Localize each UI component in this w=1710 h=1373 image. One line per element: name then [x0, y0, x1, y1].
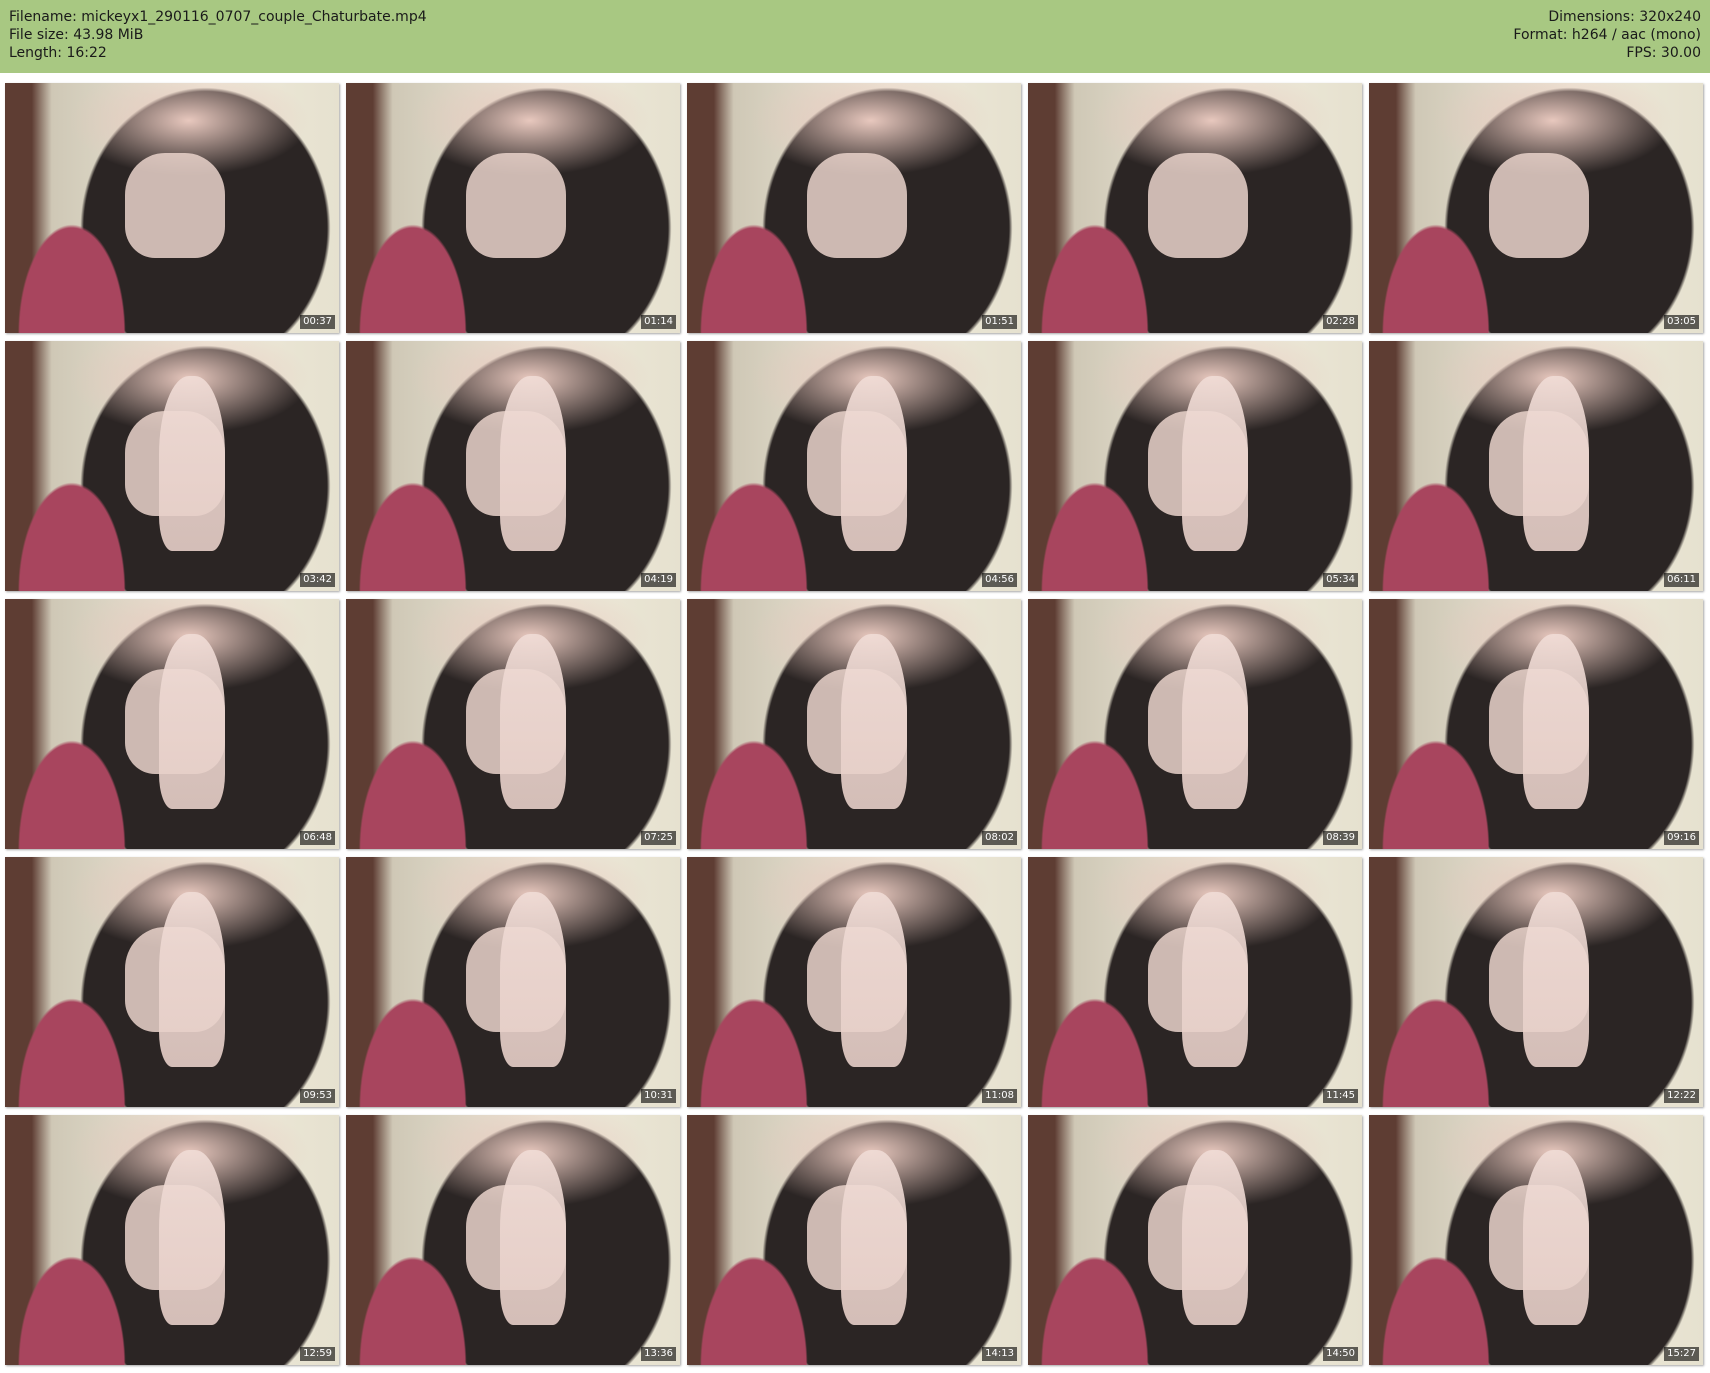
video-thumbnail: 03:42: [5, 341, 339, 591]
timestamp-label: 11:45: [1323, 1089, 1358, 1103]
video-thumbnail: 05:34: [1028, 341, 1362, 591]
filename-text: Filename: mickeyx1_290116_0707_couple_Ch…: [9, 9, 427, 25]
frame-image-detail: [499, 376, 567, 551]
video-thumbnail: 08:39: [1028, 599, 1362, 849]
frame-image-detail: [158, 634, 226, 809]
frame-image-detail: [840, 1150, 908, 1325]
frame-image-detail: [1181, 376, 1249, 551]
timestamp-label: 07:25: [641, 831, 676, 845]
frame-image-detail: [499, 1150, 567, 1325]
dimensions-text: Dimensions: 320x240: [1548, 9, 1701, 25]
video-thumbnail: 04:19: [346, 341, 680, 591]
timestamp-label: 06:11: [1664, 573, 1699, 587]
thumbnail-grid: 00:37 01:14 01:51 02:28 03:05 03:42 04:19 04:56…: [0, 73, 1710, 1373]
frame-image-detail: [1522, 892, 1590, 1067]
frame-image-detail: [499, 892, 567, 1067]
frame-image: [1489, 153, 1590, 258]
timestamp-label: 12:22: [1664, 1089, 1699, 1103]
video-thumbnail: 04:56: [687, 341, 1021, 591]
timestamp-label: 08:02: [982, 831, 1017, 845]
video-thumbnail: 03:05: [1369, 83, 1703, 333]
timestamp-label: 06:48: [300, 831, 335, 845]
timestamp-label: 03:05: [1664, 315, 1699, 329]
timestamp-label: 00:37: [300, 315, 335, 329]
timestamp-label: 01:51: [982, 315, 1017, 329]
frame-image-detail: [840, 376, 908, 551]
frame-image-detail: [499, 634, 567, 809]
info-header: Filename: mickeyx1_290116_0707_couple_Ch…: [0, 0, 1710, 73]
video-thumbnail: 11:45: [1028, 857, 1362, 1107]
video-thumbnail: 06:48: [5, 599, 339, 849]
timestamp-label: 04:56: [982, 573, 1017, 587]
timestamp-label: 04:19: [641, 573, 676, 587]
video-thumbnail: 06:11: [1369, 341, 1703, 591]
timestamp-label: 11:08: [982, 1089, 1017, 1103]
timestamp-label: 02:28: [1323, 315, 1358, 329]
video-thumbnail: 02:28: [1028, 83, 1362, 333]
video-thumbnail: 13:36: [346, 1115, 680, 1365]
frame-image-detail: [840, 892, 908, 1067]
timestamp-label: 09:16: [1664, 831, 1699, 845]
video-thumbnail: 01:14: [346, 83, 680, 333]
video-thumbnail: 15:27: [1369, 1115, 1703, 1365]
frame-image: [807, 153, 908, 258]
timestamp-label: 12:59: [300, 1347, 335, 1361]
timestamp-label: 13:36: [641, 1347, 676, 1361]
timestamp-label: 09:53: [300, 1089, 335, 1103]
timestamp-label: 14:13: [982, 1347, 1017, 1361]
fps-text: FPS: 30.00: [1626, 45, 1701, 61]
timestamp-label: 03:42: [300, 573, 335, 587]
video-thumbnail: 14:13: [687, 1115, 1021, 1365]
frame-image-detail: [840, 634, 908, 809]
video-thumbnail: 09:16: [1369, 599, 1703, 849]
frame-image-detail: [1522, 634, 1590, 809]
filesize-text: File size: 43.98 MiB: [9, 27, 144, 43]
timestamp-label: 01:14: [641, 315, 676, 329]
frame-image: [125, 153, 226, 258]
length-text: Length: 16:22: [9, 45, 107, 61]
frame-image: [466, 153, 567, 258]
video-thumbnail: 10:31: [346, 857, 680, 1107]
timestamp-label: 08:39: [1323, 831, 1358, 845]
stream-info: Dimensions: 320x240 Format: h264 / aac (…: [1513, 8, 1701, 62]
file-info: Filename: mickeyx1_290116_0707_couple_Ch…: [9, 8, 427, 62]
frame-image-detail: [158, 1150, 226, 1325]
video-thumbnail: 07:25: [346, 599, 680, 849]
frame-image-detail: [1181, 892, 1249, 1067]
frame-image-detail: [158, 376, 226, 551]
video-thumbnail: 14:50: [1028, 1115, 1362, 1365]
timestamp-label: 05:34: [1323, 573, 1358, 587]
video-thumbnail: 01:51: [687, 83, 1021, 333]
timestamp-label: 10:31: [641, 1089, 676, 1103]
frame-image-detail: [1522, 1150, 1590, 1325]
video-thumbnail: 11:08: [687, 857, 1021, 1107]
frame-image-detail: [1522, 376, 1590, 551]
frame-image-detail: [1181, 1150, 1249, 1325]
video-thumbnail: 00:37: [5, 83, 339, 333]
video-thumbnail: 09:53: [5, 857, 339, 1107]
video-thumbnail: 12:22: [1369, 857, 1703, 1107]
timestamp-label: 14:50: [1323, 1347, 1358, 1361]
frame-image-detail: [1181, 634, 1249, 809]
format-text: Format: h264 / aac (mono): [1513, 27, 1701, 43]
timestamp-label: 15:27: [1664, 1347, 1699, 1361]
video-thumbnail: 08:02: [687, 599, 1021, 849]
video-thumbnail: 12:59: [5, 1115, 339, 1365]
frame-image-detail: [158, 892, 226, 1067]
frame-image: [1148, 153, 1249, 258]
